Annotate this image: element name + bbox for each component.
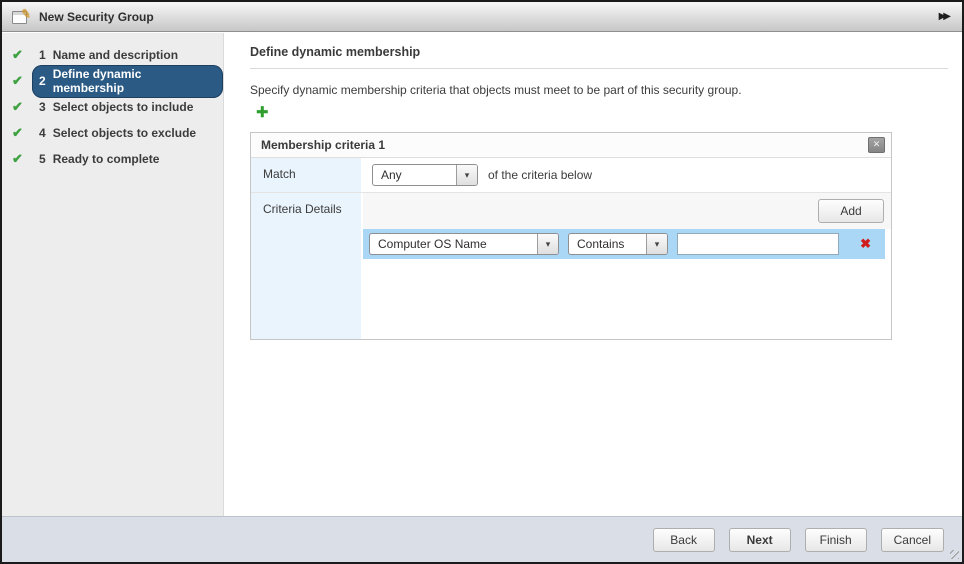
step-number: 5 xyxy=(39,151,46,166)
step-label: Define dynamic membership xyxy=(52,66,142,95)
delete-criteria-icon[interactable]: ✖ xyxy=(860,236,871,252)
wizard-content: Define dynamic membership Specify dynami… xyxy=(225,33,962,516)
membership-criteria-panel: Membership criteria 1 ✕ Match Any ▾ of t… xyxy=(250,132,892,340)
panel-header: Membership criteria 1 ✕ xyxy=(251,133,891,158)
match-row: Match Any ▾ of the criteria below xyxy=(251,158,891,193)
criteria-operator-value: Contains xyxy=(577,237,625,251)
criteria-operator-dropdown[interactable]: Contains ▾ xyxy=(568,233,668,255)
step-number: 4 xyxy=(39,125,46,140)
resize-grip[interactable] xyxy=(950,550,959,559)
step-select-objects-to-include[interactable]: ✔ 3 Select objects to include xyxy=(2,94,223,120)
criteria-key-dropdown[interactable]: Computer OS Name ▾ xyxy=(369,233,559,255)
window-title: New Security Group xyxy=(39,9,154,24)
pencil-icon: ✎ xyxy=(20,6,32,22)
cancel-button[interactable]: Cancel xyxy=(880,527,944,552)
edit-window-icon: ✎ xyxy=(12,6,32,24)
new-security-group-dialog: ✎ New Security Group ▶▶ ✔ 1 Name and des… xyxy=(0,0,964,564)
match-suffix-text: of the criteria below xyxy=(488,168,593,182)
step-ready-to-complete[interactable]: ✔ 5 Ready to complete xyxy=(2,146,223,172)
finish-button[interactable]: Finish xyxy=(804,527,867,552)
check-icon: ✔ xyxy=(12,125,23,140)
criteria-key-value: Computer OS Name xyxy=(378,237,487,251)
match-dropdown-value: Any xyxy=(381,168,402,182)
step-number: 2 xyxy=(39,73,46,88)
panel-title: Membership criteria 1 xyxy=(261,138,386,152)
add-criteria-plus-icon[interactable]: ✚ xyxy=(256,103,269,121)
check-icon: ✔ xyxy=(12,47,23,62)
page-title: Define dynamic membership xyxy=(250,45,421,59)
add-strip: Add xyxy=(363,193,891,229)
check-icon: ✔ xyxy=(12,151,23,166)
step-label: Name and description xyxy=(52,47,179,62)
criteria-details-row: Criteria Details Add Computer OS Name ▾ … xyxy=(251,193,891,339)
next-button[interactable]: Next xyxy=(728,527,791,552)
wizard-steps-sidebar: ✔ 1 Name and description ✔ 2 Define dyna… xyxy=(2,33,224,516)
heading-divider xyxy=(250,68,948,69)
step-label: Ready to complete xyxy=(52,151,160,166)
criteria-value-input[interactable] xyxy=(677,233,839,255)
step-label: Select objects to include xyxy=(52,99,194,114)
check-icon: ✔ xyxy=(12,99,23,114)
step-define-dynamic-membership[interactable]: ✔ 2 Define dynamic membership xyxy=(2,64,223,98)
step-select-objects-to-exclude[interactable]: ✔ 4 Select objects to exclude xyxy=(2,120,223,146)
check-icon: ✔ xyxy=(12,73,23,88)
match-dropdown[interactable]: Any ▾ xyxy=(372,164,478,186)
criteria-row[interactable]: Computer OS Name ▾ Contains ▾ ✖ xyxy=(363,229,885,259)
chevron-down-icon: ▾ xyxy=(646,234,667,254)
back-button[interactable]: Back xyxy=(652,527,715,552)
chevron-down-icon: ▾ xyxy=(537,234,558,254)
step-label: Select objects to exclude xyxy=(52,125,197,140)
chevron-down-icon: ▾ xyxy=(456,165,477,185)
title-bar: ✎ New Security Group ▶▶ xyxy=(2,2,962,32)
page-description: Specify dynamic membership criteria that… xyxy=(250,83,742,97)
expand-double-arrow-icon[interactable]: ▶▶ xyxy=(939,11,952,22)
step-number: 3 xyxy=(39,99,46,114)
close-icon[interactable]: ✕ xyxy=(868,137,885,153)
step-number: 1 xyxy=(39,47,46,62)
match-label: Match xyxy=(251,158,363,192)
criteria-details-label: Criteria Details xyxy=(251,193,363,339)
add-button[interactable]: Add xyxy=(818,199,884,223)
wizard-footer: Back Next Finish Cancel xyxy=(2,516,962,562)
